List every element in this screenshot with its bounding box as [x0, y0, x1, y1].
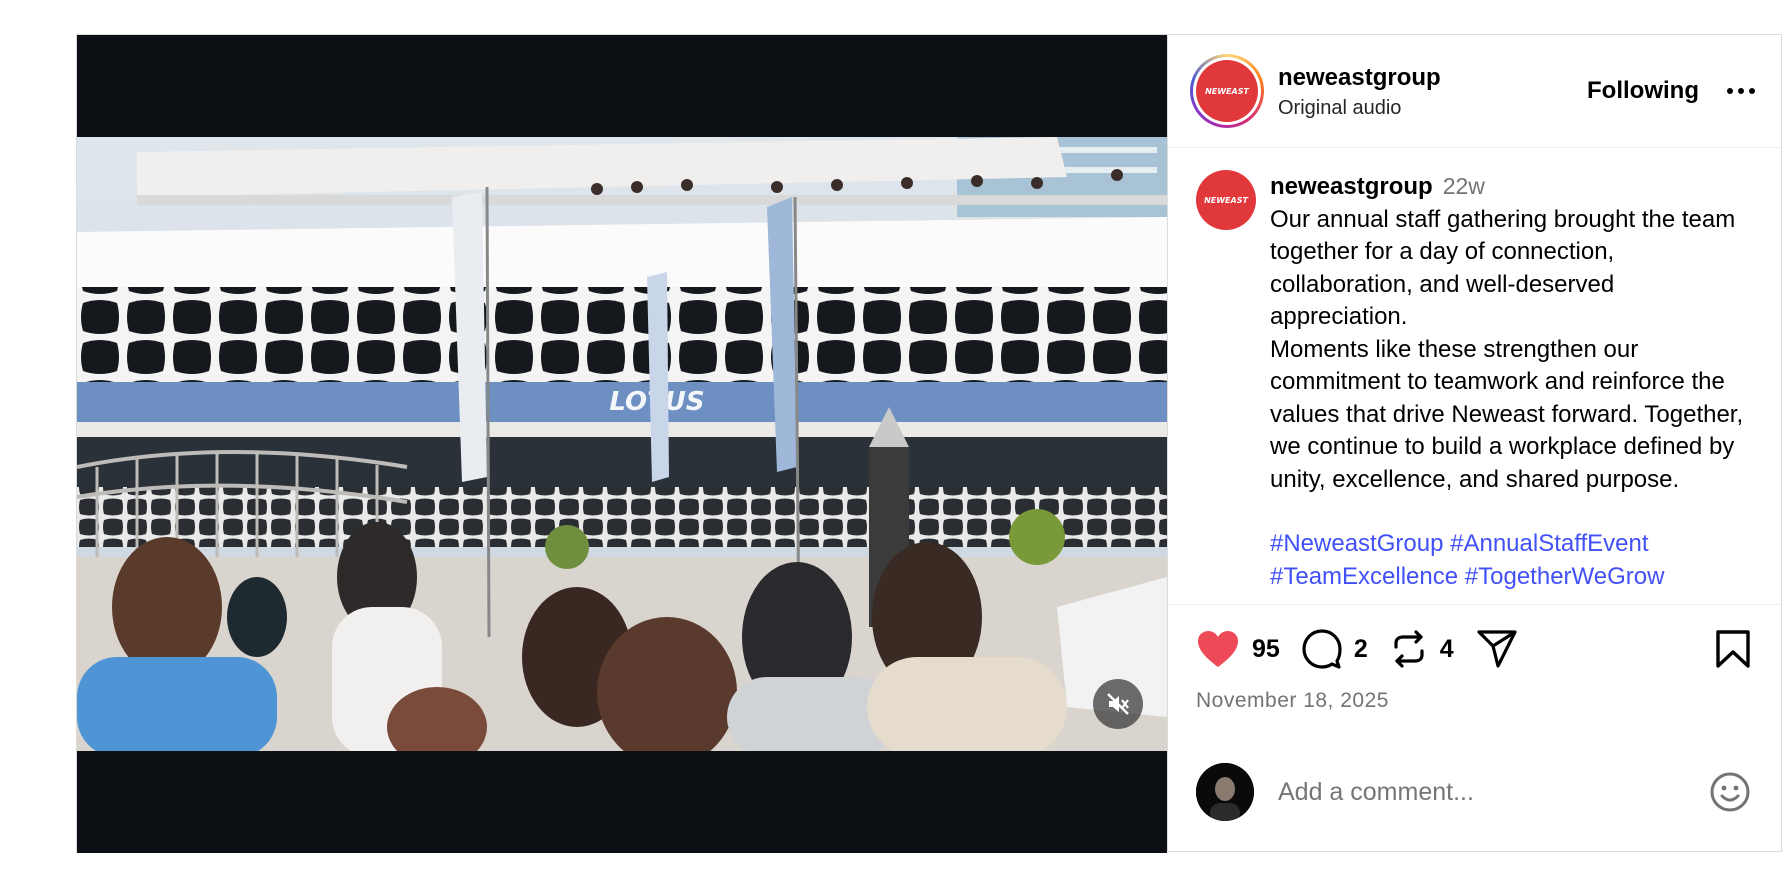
bookmark-icon [1716, 630, 1750, 668]
caption-username[interactable]: neweastgroup [1270, 173, 1433, 200]
share-button[interactable] [1476, 629, 1518, 669]
author-username[interactable]: neweastgroup [1278, 63, 1587, 93]
post-dialog: LOTUS [76, 34, 1782, 853]
post-header: NEWEAST neweastgroup Original audio Foll… [1168, 35, 1781, 148]
post-actions: 95 2 4 November 18, 2025 Add a comment..… [1168, 604, 1781, 851]
author-avatar: NEWEAST [1196, 60, 1258, 122]
emoji-icon[interactable] [1709, 771, 1751, 813]
post-date[interactable]: November 18, 2025 [1196, 689, 1751, 713]
post-sidebar: NEWEAST neweastgroup Original audio Foll… [1167, 35, 1781, 851]
video-player[interactable]: LOTUS [77, 35, 1167, 853]
following-button[interactable]: Following [1587, 77, 1699, 105]
hashtag-link[interactable]: #NeweastGroup [1270, 530, 1443, 557]
comment-button[interactable]: 2 [1302, 629, 1368, 669]
caption-avatar[interactable]: NEWEAST [1196, 170, 1256, 230]
caption-section: NEWEAST neweastgroup 22w Our annual staff… [1168, 148, 1781, 604]
mute-button[interactable] [1093, 679, 1143, 729]
hashtag-link[interactable]: #TogetherWeGrow [1465, 563, 1665, 590]
caption-timestamp[interactable]: 22w [1443, 173, 1485, 199]
share-icon [1477, 630, 1517, 668]
hashtag-link[interactable]: #AnnualStaffEvent [1450, 530, 1648, 557]
author-avatar-ring[interactable]: NEWEAST [1190, 54, 1264, 128]
heart-icon [1198, 631, 1238, 667]
repost-count[interactable]: 4 [1440, 635, 1454, 664]
audio-link[interactable]: Original audio [1278, 97, 1587, 120]
mute-icon [1107, 693, 1129, 715]
avatar-logo-text: NEWEAST [1204, 195, 1248, 205]
comment-icon [1302, 629, 1342, 669]
repost-button[interactable]: 4 [1390, 629, 1454, 669]
current-user-avatar [1196, 763, 1254, 821]
video-frame[interactable]: LOTUS [77, 137, 1167, 751]
avatar-logo-text: NEWEAST [1205, 86, 1249, 96]
comment-count[interactable]: 2 [1354, 635, 1368, 664]
like-button[interactable]: 95 [1196, 629, 1280, 669]
hashtag-list: #NeweastGroup #AnnualStaffEvent #TeamExc… [1270, 528, 1753, 593]
comment-input[interactable] [1276, 776, 1709, 808]
more-icon[interactable] [1723, 82, 1759, 100]
repost-icon [1394, 630, 1424, 668]
hashtag-link[interactable]: #TeamExcellence [1270, 563, 1458, 590]
comment-composer [1196, 763, 1751, 821]
save-button[interactable] [1715, 629, 1751, 669]
caption-text: Our annual staff gathering brought the t… [1270, 205, 1744, 493]
like-count[interactable]: 95 [1252, 635, 1280, 664]
